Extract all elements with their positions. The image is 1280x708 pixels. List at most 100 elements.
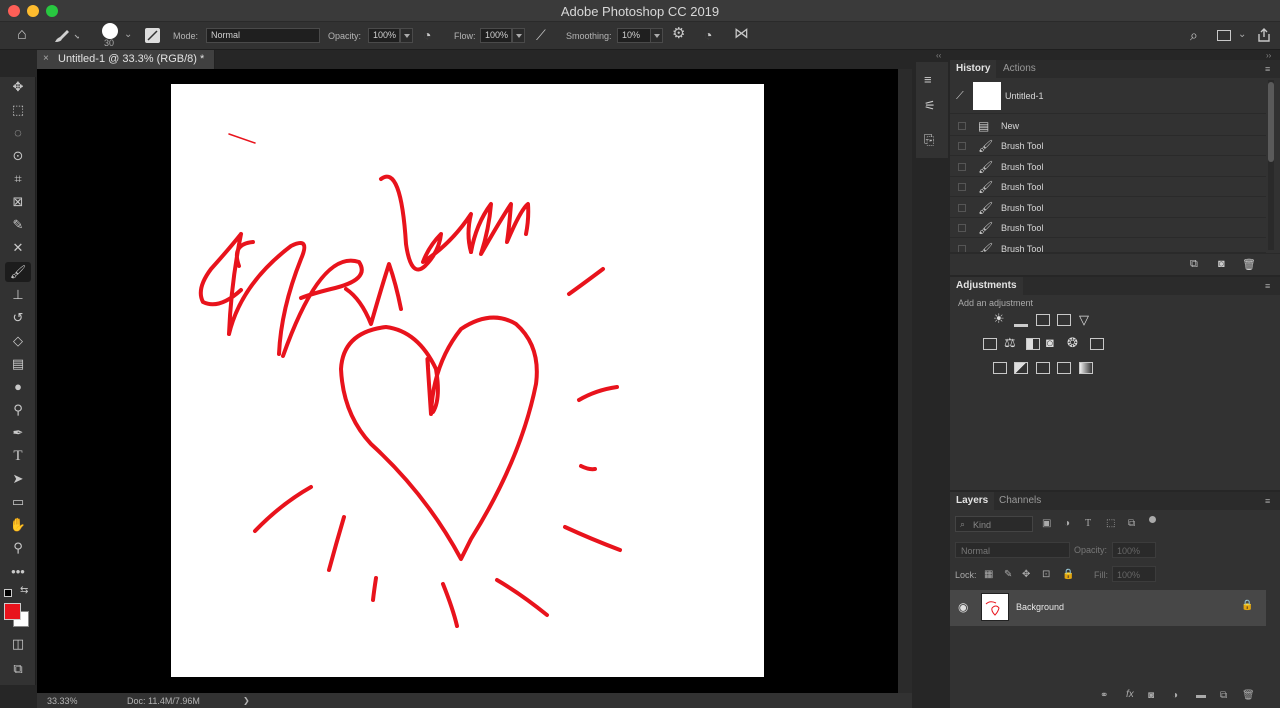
workspace-chevron-down-icon[interactable]: ⌄ [1238, 28, 1246, 42]
camera-snapshot-icon[interactable]: ◙ [1218, 258, 1225, 270]
clone-source-panel-icon[interactable]: ⎘ [924, 132, 934, 148]
blend-mode-select[interactable]: Normal [955, 542, 1070, 558]
pixel-layer-filter-icon[interactable]: ▣ [1042, 518, 1051, 529]
collapse-panels-icon[interactable]: ›› [1266, 51, 1271, 60]
vibrance-icon[interactable]: ▽ [1079, 312, 1089, 328]
brush-settings-panel-toggle[interactable] [145, 28, 160, 43]
levels-icon[interactable] [1014, 315, 1028, 327]
brightness-contrast-icon[interactable]: ☀ [993, 311, 1005, 327]
new-fill-adjustment-layer-icon[interactable]: ◑ [1172, 690, 1178, 701]
screen-mode-icon[interactable]: ⧉ [5, 659, 31, 679]
opacity-dropdown[interactable] [400, 28, 413, 43]
clone-stamp-tool-icon[interactable]: ⊥ [5, 285, 31, 305]
eyedropper-tool-icon[interactable]: ✎ [5, 215, 31, 235]
flow-field[interactable]: 100% [480, 28, 512, 43]
add-mask-icon[interactable]: ◙ [1148, 690, 1154, 701]
trash-icon[interactable]: 🗑 [1242, 258, 1256, 271]
gradient-tool-icon[interactable]: ▤ [5, 354, 31, 374]
default-colors-icon[interactable] [4, 589, 12, 597]
new-layer-icon[interactable]: ⧉ [1220, 690, 1227, 701]
smart-object-filter-icon[interactable]: ⧉ [1128, 518, 1135, 529]
crop-tool-icon[interactable]: ⌗ [5, 169, 31, 189]
history-item[interactable]: 🖌 Brush Tool [950, 177, 1266, 197]
fill-field[interactable]: 100% [1112, 566, 1156, 582]
flow-dropdown[interactable] [512, 28, 525, 43]
channel-mixer-icon[interactable]: ❂ [1067, 335, 1078, 351]
history-item[interactable]: 🖌 Brush Tool [950, 157, 1266, 177]
search-icon[interactable]: ⌕ [1190, 28, 1198, 42]
invert-icon[interactable] [993, 362, 1007, 374]
zoom-tool-icon[interactable]: ⚲ [5, 538, 31, 558]
delete-layer-trash-icon[interactable]: 🗑 [1242, 690, 1255, 701]
layers-panel-menu-icon[interactable]: ≡ [1265, 496, 1274, 506]
history-source-checkbox[interactable] [958, 224, 966, 232]
pen-tool-icon[interactable]: ✒ [5, 423, 31, 443]
layer-opacity-field[interactable]: 100% [1112, 542, 1156, 558]
shape-layer-filter-icon[interactable]: ⬚ [1106, 518, 1115, 529]
history-brush-tool-icon[interactable]: ↺ [5, 308, 31, 328]
pressure-opacity-icon[interactable]: ◔ [423, 28, 431, 42]
history-source-checkbox[interactable] [958, 163, 966, 171]
eye-visibility-icon[interactable]: ◉ [958, 600, 968, 614]
new-document-from-state-icon[interactable]: ⧉ [1190, 258, 1198, 271]
gear-icon[interactable]: ⚙ [672, 26, 685, 41]
history-item[interactable]: ▤ New [950, 116, 1266, 136]
brush-settings-panel-icon[interactable]: ≡ [924, 72, 932, 87]
history-snapshot-row[interactable]: ⟋ Untitled-1 [950, 78, 1266, 114]
history-source-checkbox[interactable] [958, 142, 966, 150]
healing-brush-tool-icon[interactable]: ✕ [5, 238, 31, 258]
hue-saturation-icon[interactable] [983, 338, 997, 350]
history-source-checkbox[interactable] [958, 183, 966, 191]
pressure-size-icon[interactable]: ◔ [704, 28, 712, 42]
mode-select[interactable]: Normal [206, 28, 320, 43]
workspace-icon[interactable] [1217, 30, 1231, 41]
dodge-tool-icon[interactable]: ⚲ [5, 400, 31, 420]
tab-actions[interactable]: Actions [997, 60, 1042, 78]
more-tools-icon[interactable]: ••• [5, 562, 31, 582]
lock-transparent-pixels-icon[interactable]: ▦ [984, 569, 993, 580]
lock-position-icon[interactable]: ✥ [1022, 569, 1030, 580]
curves-icon[interactable] [1036, 314, 1050, 326]
smoothing-dropdown[interactable] [650, 28, 663, 43]
history-panel-menu-icon[interactable]: ≡ [1265, 64, 1274, 74]
layer-filter-select[interactable]: ⌕ Kind [955, 516, 1033, 532]
black-white-icon[interactable] [1026, 338, 1040, 350]
new-group-folder-icon[interactable]: ▬ [1196, 690, 1206, 701]
airbrush-icon[interactable]: ⟋ [536, 28, 546, 42]
layer-style-fx-icon[interactable]: fx [1126, 689, 1134, 700]
tab-layers[interactable]: Layers [950, 492, 995, 510]
opacity-field[interactable]: 100% [368, 28, 400, 43]
gradient-map-icon[interactable] [1079, 362, 1093, 374]
history-source-checkbox[interactable] [958, 122, 966, 130]
adjustment-layer-filter-icon[interactable]: ◑ [1064, 518, 1070, 529]
document-tab[interactable]: × Untitled-1 @ 33.3% (RGB/8) * [37, 50, 215, 69]
lock-all-icon[interactable]: 🔒 [1062, 569, 1074, 580]
move-tool-icon[interactable]: ✥ [5, 77, 31, 97]
home-icon[interactable]: ⌂ [17, 27, 27, 43]
tab-channels[interactable]: Channels [993, 492, 1047, 510]
history-brush-source-icon[interactable]: ⟋ [956, 90, 964, 103]
foreground-color-swatch[interactable] [4, 603, 21, 620]
photo-filter-icon[interactable]: ◙ [1046, 335, 1054, 350]
lock-artboard-icon[interactable]: ⊡ [1042, 569, 1050, 580]
chevron-down-icon[interactable]: ⌄ [124, 28, 132, 42]
quick-selection-tool-icon[interactable]: ⊙ [5, 146, 31, 166]
link-layers-icon[interactable]: ⚭ [1100, 690, 1108, 701]
quick-mask-icon[interactable]: ◫ [5, 634, 31, 654]
history-source-checkbox[interactable] [958, 245, 966, 252]
history-item[interactable]: 🖌 Brush Tool [950, 136, 1266, 156]
canvas[interactable] [171, 84, 764, 677]
close-document-icon[interactable]: × [43, 53, 49, 64]
blur-tool-icon[interactable]: ● [5, 377, 31, 397]
type-tool-icon[interactable]: T [5, 446, 31, 466]
lasso-tool-icon[interactable]: ◌ [5, 123, 31, 143]
history-item[interactable]: 🖌 Brush Tool [950, 218, 1266, 238]
history-item[interactable]: 🖌 Brush Tool [950, 239, 1266, 253]
history-source-checkbox[interactable] [958, 204, 966, 212]
zoom-level[interactable]: 33.33% [47, 696, 78, 706]
status-menu-icon[interactable]: ❯ [243, 696, 250, 705]
path-selection-tool-icon[interactable]: ➤ [5, 469, 31, 489]
document-workspace[interactable] [37, 69, 898, 693]
color-balance-icon[interactable]: ⚖ [1004, 335, 1016, 351]
document-vertical-scrollbar[interactable] [898, 69, 912, 693]
